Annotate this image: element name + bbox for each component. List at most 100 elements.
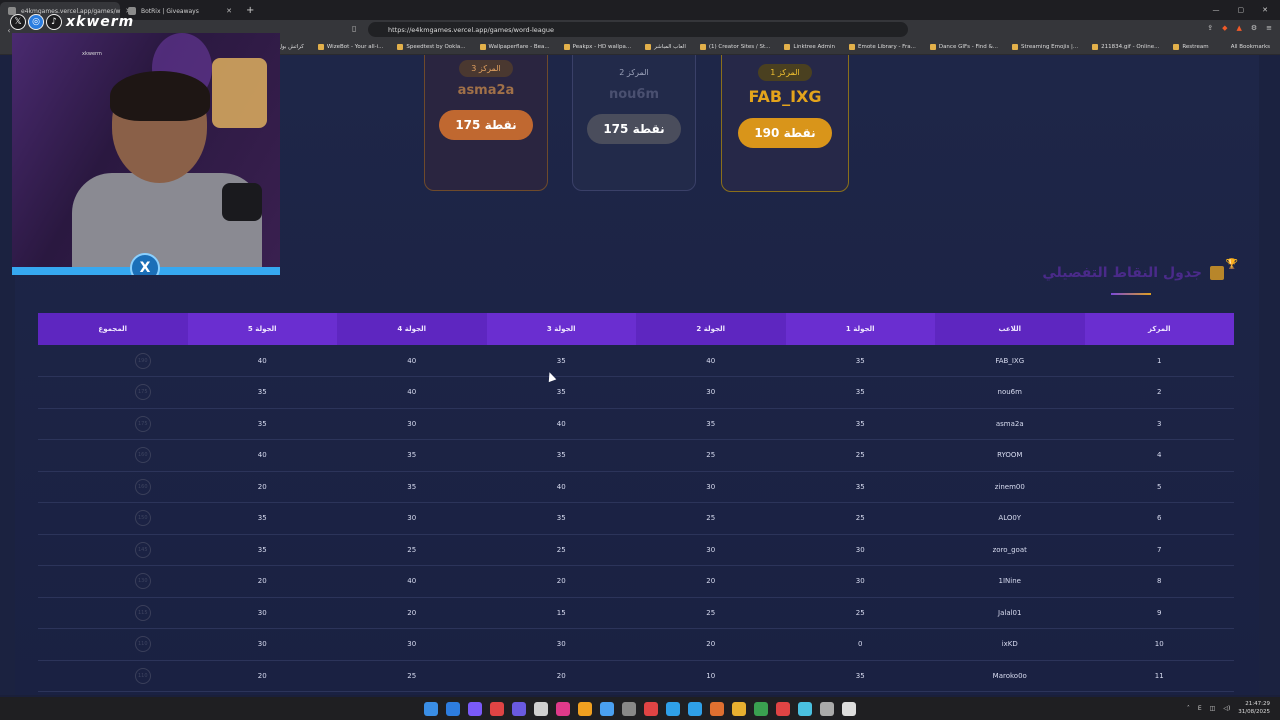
cell-round3: 15 [486,597,636,629]
bookmark-item[interactable]: Linktree Admin [784,44,835,50]
app-icon[interactable] [798,701,812,716]
settings-icon[interactable] [820,701,834,716]
column-header-round5: الجولة 5 [187,313,337,345]
bookmark-item[interactable]: (1) Creator Sites / St... [699,44,770,50]
cell-round1: 30 [785,534,935,566]
cell-round1: 25 [785,439,935,472]
tab-title: BotRix | Giveaways [141,7,199,15]
close-icon[interactable]: ✕ [226,7,232,15]
all-bookmarks-button[interactable]: All Bookmarks [1231,44,1270,50]
clock-date: 31/08/2025 [1238,709,1270,715]
maximize-icon[interactable]: ▢ [1238,6,1245,14]
table-icon [1210,266,1224,280]
bookmark-icon[interactable]: ▯ [352,24,356,33]
cell-round1: 0 [785,628,935,661]
cell-round5: 20 [187,660,337,692]
brave-shield-icon[interactable]: ◆ [1222,24,1227,32]
cell-total: 110 [38,660,188,692]
section-title-text: جدول النقاط التفصيلي [1042,265,1202,281]
app-icon[interactable] [512,701,526,716]
cell-round3: 35 [486,502,636,535]
bookmark-item[interactable]: Emote Library - Fra... [848,44,916,50]
address-bar[interactable]: https://e4kmgames.vercel.app/games/word-… [368,22,908,37]
chevron-up-icon[interactable]: ˄ [1187,705,1190,712]
discord-icon[interactable] [468,701,482,716]
bookmark-item[interactable]: كراتش بول [278,44,304,50]
bookmark-item[interactable]: WizeBot - Your all-i... [317,44,383,50]
cell-player: zinem00 [935,471,1085,503]
url-text: https://e4kmgames.vercel.app/games/word-… [388,25,555,34]
total-score-badge: 160 [134,447,151,464]
podium-card-second: المركز 2 nou6m 175 نقطة [572,55,696,191]
menu-icon[interactable]: ≡ [1266,24,1272,32]
bookmark-item[interactable]: Speedtest by Ookla... [397,44,466,50]
bookmark-favicon-icon [784,44,791,50]
instagram-app-icon[interactable] [556,701,570,716]
chrome-icon[interactable] [578,701,592,716]
share-icon[interactable]: ⇪ [1207,24,1213,32]
bookmark-item[interactable]: 211834.gif - Online... [1092,44,1159,50]
app-icon[interactable] [600,701,614,716]
cell-player: FAB_IXG [935,345,1085,377]
column-header-round3: الجولة 3 [486,313,636,345]
app-icon[interactable] [644,701,658,716]
cell-round2: 25 [636,502,786,535]
cell-round4: 30 [337,502,487,535]
network-icon[interactable]: ◫ [1210,705,1216,712]
rank-chip: المركز 3 [459,60,513,77]
file-explorer-icon[interactable] [446,701,460,716]
total-score-badge: 110 [134,667,151,684]
table-row: 110 20 25 20 10 35 Maroko0o 11 [38,660,1234,692]
bookmark-item[interactable]: Wallpaperflare - Bea... [479,44,550,50]
cell-round4: 40 [337,345,487,377]
cell-round1: 25 [785,502,935,535]
new-tab-button[interactable]: + [240,5,260,16]
minimize-icon[interactable]: — [1213,6,1220,14]
bookmark-favicon-icon [929,44,936,50]
column-header-round2: الجولة 2 [636,313,786,345]
bookmark-item[interactable]: Peakpx - HD wallpa... [563,44,631,50]
app-icon[interactable] [710,701,724,716]
bookmark-item[interactable]: Restream [1173,44,1209,50]
cell-round3: 35 [486,345,636,377]
app-icon[interactable] [842,701,856,716]
cam-tag: xkwerm [82,51,102,57]
app-icon[interactable] [534,701,548,716]
cell-total: 175 [38,376,188,409]
language-indicator[interactable]: E [1198,705,1202,712]
windows-start-icon[interactable] [424,701,438,716]
volume-icon[interactable]: ◁) [1223,705,1230,712]
close-window-icon[interactable]: ✕ [1262,6,1268,14]
bookmark-folder[interactable]: Streaming Emojis |... [1012,44,1078,50]
total-score-badge: 160 [134,478,151,495]
app-icon[interactable] [622,701,636,716]
cell-round5: 35 [187,408,337,440]
table-header-row: المجموع الجولة 5 الجولة 4 الجولة 3 الجول… [38,313,1234,345]
podium-card-first: المركز 1 FAB_IXG 190 نقطة [721,55,849,192]
cell-round4: 40 [337,376,487,409]
app-icon[interactable] [688,701,702,716]
table-row: 160 20 35 40 30 35 zinem00 5 [38,471,1234,503]
scoreboard-table: المجموع الجولة 5 الجولة 4 الجولة 3 الجول… [38,313,1234,692]
bookmark-item[interactable]: Dance GIFs - Find &... [929,44,998,50]
player-name: nou6m [608,87,660,102]
brave-rewards-icon[interactable]: ▲ [1236,24,1241,32]
bookmark-favicon-icon [563,44,570,50]
tab-botrix[interactable]: BotRix | Giveaways ✕ [120,2,240,20]
cell-round5: 35 [187,502,337,535]
cell-round5: 20 [187,565,337,598]
cell-round4: 40 [337,565,487,598]
table-row: 190 40 40 35 40 35 FAB_IXG 1 [38,345,1234,377]
extensions-icon[interactable]: ⚙ [1251,24,1257,32]
bookmark-folder[interactable]: العاب المباشر [645,44,686,50]
rank-chip: المركز 2 [619,68,649,77]
table-row: 110 30 30 30 20 0 ixKD 10 [38,628,1234,661]
xbox-icon[interactable] [754,701,768,716]
telegram-icon[interactable] [666,701,680,716]
app-icon[interactable] [490,701,504,716]
table-body: 190 40 40 35 40 35 FAB_IXG 1 175 35 40 35 30 35 nou6m 2… [38,345,1234,692]
bookmark-favicon-icon [479,44,486,50]
clock[interactable]: 21:47:29 31/08/2025 [1238,700,1270,716]
folder-icon[interactable] [732,701,746,716]
brave-app-icon[interactable] [776,701,790,716]
